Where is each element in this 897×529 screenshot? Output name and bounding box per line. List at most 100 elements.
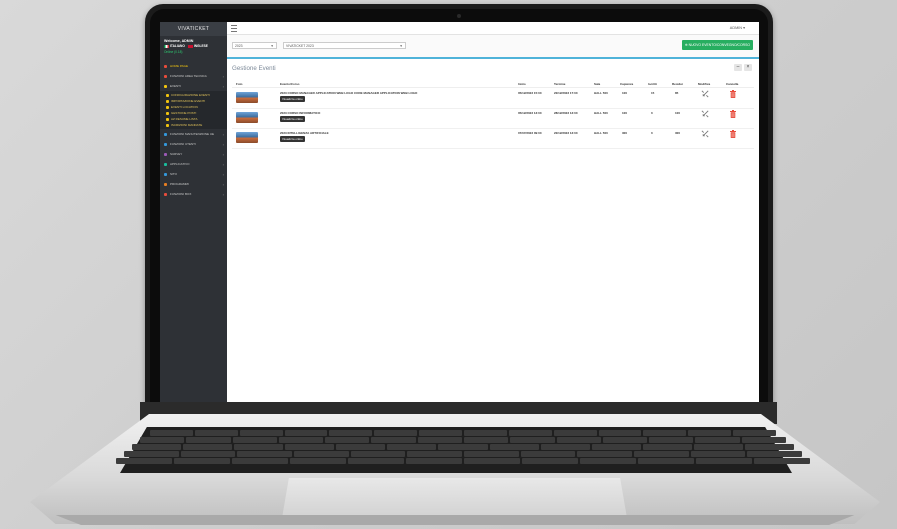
filter-bar: 2023 ▾ VIVATICKET 2023 ▾ ⊕ NUOVO EVENTO/CO… — [227, 35, 759, 59]
sidebar-item-applicativo[interactable]: APPLICATIVO › — [160, 159, 227, 169]
submenu-item-label: ISCRIZIONI MANDATE — [171, 123, 203, 127]
edit-icon[interactable] — [701, 89, 710, 98]
event-thumbnail[interactable] — [236, 132, 258, 143]
brand-logo[interactable]: VIVATICKET — [160, 22, 227, 36]
edition-select[interactable]: VIVATICKET 2023 ▾ — [283, 42, 406, 49]
user-menu[interactable]: ADMIN ▾ — [730, 25, 745, 30]
lang-inglese-label: INGLESE — [193, 44, 208, 48]
col-iscritti[interactable]: Iscritti — [648, 82, 657, 86]
cell-capacity: 300 — [622, 131, 628, 135]
nav-bullet-icon — [164, 64, 167, 68]
online-status: Online (0.18) — [164, 50, 183, 54]
lang-italiano[interactable]: ITALIANO — [164, 44, 185, 49]
col-residui[interactable]: Residui — [672, 82, 683, 86]
event-thumbnail[interactable] — [236, 112, 258, 123]
submenu-item-iscrizioni-mandate[interactable]: ISCRIZIONI MANDATE — [160, 122, 227, 128]
cell-start: 07/07/2023 09:00 — [518, 131, 542, 135]
new-event-button[interactable]: ⊕ NUOVO EVENTO/CONVEGNO/CORSO — [681, 40, 753, 50]
key — [180, 451, 236, 457]
minimize-button[interactable]: – — [734, 64, 742, 71]
key — [174, 458, 230, 464]
key — [540, 444, 590, 450]
edit-icon[interactable] — [701, 109, 710, 118]
key — [232, 458, 288, 464]
key — [278, 437, 324, 443]
key-row — [150, 430, 777, 436]
key — [438, 444, 488, 450]
sidebar-item-funzioni-utenti[interactable]: FUNZIONI UTENTI › — [160, 139, 227, 149]
close-button[interactable]: × — [744, 64, 752, 71]
nav-bullet-icon — [164, 152, 167, 156]
col-modifica: Modifica — [698, 82, 711, 86]
col-sala[interactable]: Sala — [594, 82, 600, 86]
cell-start: 05/12/2023 13:00 — [518, 111, 542, 115]
edit-icon[interactable] — [701, 129, 710, 138]
sidebar-item-label: SITO — [170, 172, 177, 176]
panel-tools: – × — [734, 64, 752, 71]
key — [374, 430, 418, 436]
sidebar-item-sito[interactable]: SITO › — [160, 169, 227, 179]
event-name: 2023 INTELLIGENZA ARTIFICIALE — [280, 131, 329, 135]
sidebar-item-funzioni-manutenzione-ue[interactable]: FUNZIONI MANUTENZIONE UE › — [160, 129, 227, 139]
key — [350, 451, 406, 457]
submenu-item-label: IMPORTAZIONE EVENTI — [171, 99, 206, 103]
col-termine[interactable]: Termine — [554, 82, 565, 86]
cell-room: HALL 500 — [594, 131, 608, 135]
lang-inglese[interactable]: INGLESE — [187, 44, 208, 49]
col-inizio[interactable]: Inizio — [518, 82, 526, 86]
trash-icon[interactable] — [730, 110, 736, 118]
chevron-right-icon: › — [222, 131, 224, 137]
sidebar-nav: HOME PAGE FUNZIONI AREA TECNICA › EVENTI › CO… — [160, 61, 227, 199]
nav-bullet-icon — [164, 74, 167, 78]
key — [553, 430, 597, 436]
cell-capacity: 100 — [622, 111, 628, 115]
key — [733, 430, 777, 436]
submenu-item-label: GESTIONE POSTI — [171, 111, 197, 115]
submenu-bullet-icon — [166, 123, 169, 127]
key — [234, 444, 284, 450]
key — [284, 430, 328, 436]
table-row: 2023 CORSO MANAGER APPLICATION WEB LOGO … — [232, 88, 754, 109]
view-online-button[interactable]: Visualizza online — [280, 136, 305, 142]
year-select-value: 2023 — [235, 44, 243, 48]
cell-end: 22/12/2023 17:00 — [554, 91, 578, 95]
trash-icon[interactable] — [730, 90, 736, 98]
key — [688, 430, 732, 436]
edition-select-value: VIVATICKET 2023 — [286, 44, 314, 48]
key — [464, 451, 519, 457]
cell-start: 05/12/2023 15:00 — [518, 91, 542, 95]
chevron-right-icon: › — [222, 83, 224, 89]
event-thumbnail[interactable] — [236, 92, 258, 103]
nav-bullet-icon — [164, 162, 167, 166]
sidebar-item-funzioni-area-tecnica[interactable]: FUNZIONI AREA TECNICA › — [160, 71, 227, 81]
sidebar-item-label: FUNZIONI MANUTENZIONE UE — [170, 132, 214, 136]
key-row — [132, 444, 795, 450]
events-panel: Gestione Eventi – × Foto Evento/Corso In… — [227, 59, 759, 402]
sidebar-item-survey[interactable]: SURVEY › — [160, 149, 227, 159]
screen: VIVATICKET Welcome, ADMIN ITALIANO INGLE… — [160, 22, 759, 402]
sidebar-item-funzioni-box[interactable]: FUNZIONI BOX › — [160, 189, 227, 199]
year-select[interactable]: 2023 ▾ — [232, 42, 277, 49]
key — [464, 430, 507, 436]
sidebar-item-programmi[interactable]: PROGRAMMI › — [160, 179, 227, 189]
key — [522, 458, 578, 464]
key — [643, 430, 687, 436]
view-online-button[interactable]: Visualizza online — [280, 96, 305, 102]
sidebar-item-home-page[interactable]: HOME PAGE — [160, 61, 227, 71]
key — [348, 458, 404, 464]
key — [407, 451, 463, 457]
view-online-button[interactable]: Visualizza online — [280, 116, 305, 122]
sidebar-item-eventi[interactable]: EVENTI › — [160, 81, 227, 91]
key — [336, 444, 386, 450]
col-capienza[interactable]: Capienza — [620, 82, 633, 86]
table-row: 2023 INTELLIGENZA ARTIFICIALE Visualizza … — [232, 128, 754, 149]
cell-room: HALL 500 — [594, 91, 608, 95]
key — [237, 451, 293, 457]
nav-bullet-icon — [164, 132, 167, 136]
key-row — [140, 437, 786, 443]
trash-icon[interactable] — [730, 130, 736, 138]
sidebar-item-label: HOME PAGE — [170, 64, 188, 68]
menu-toggle-icon[interactable] — [231, 25, 237, 32]
key — [693, 444, 743, 450]
key — [744, 444, 795, 450]
